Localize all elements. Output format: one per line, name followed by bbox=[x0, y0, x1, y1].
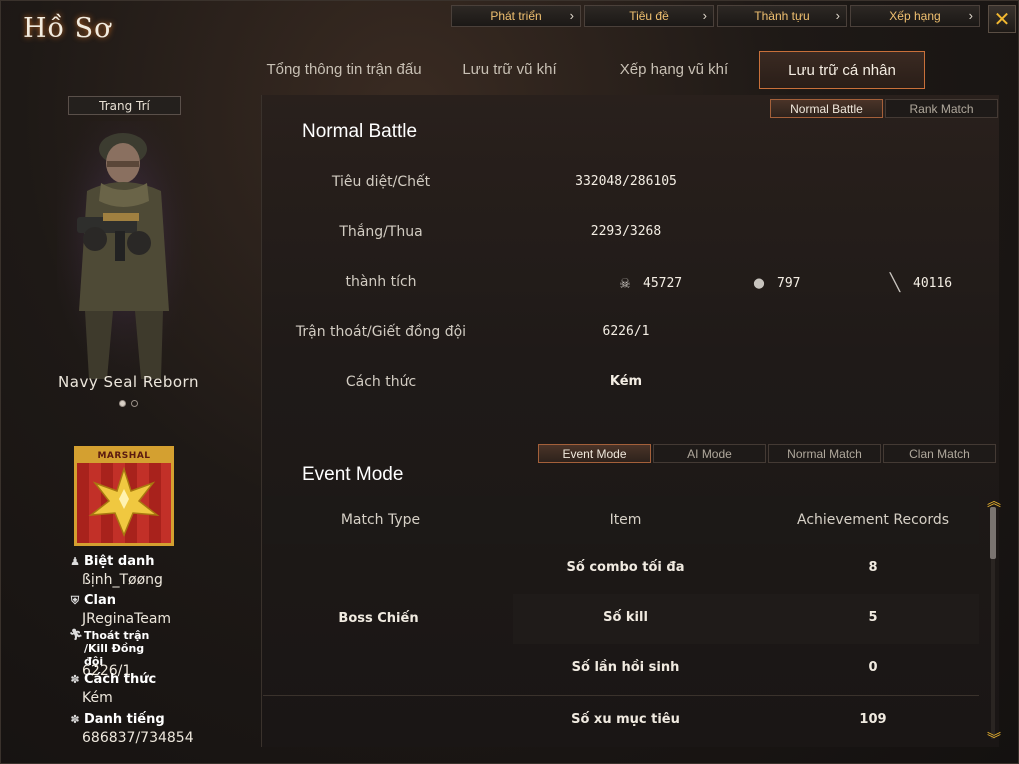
info-manner: ✽ Cách thức Kém bbox=[69, 672, 156, 706]
top-nav-ranking[interactable]: Xếp hạng › bbox=[850, 5, 980, 27]
info-value: Kém bbox=[82, 690, 113, 706]
achievement-knife: ╲ 40116 bbox=[885, 273, 952, 293]
item-cell: Số lần hồi sinh bbox=[571, 660, 680, 675]
info-value: ßịnh_Tøøng bbox=[82, 572, 163, 588]
match-type-cell: Boss Chiến bbox=[338, 611, 419, 626]
section-title-event-mode: Event Mode bbox=[302, 464, 404, 485]
table-header: Match Type Item Achievement Records bbox=[263, 496, 979, 544]
tab-ai-mode[interactable]: AI Mode bbox=[653, 444, 766, 463]
window-title: Hồ Sơ bbox=[23, 13, 112, 44]
achievement-value: 40116 bbox=[913, 275, 953, 291]
stat-row-winloss: Thắng/Thua 2293/3268 bbox=[261, 214, 998, 254]
tab-rank-match[interactable]: Rank Match bbox=[885, 99, 998, 118]
grenade-icon: ● bbox=[753, 273, 765, 293]
record-cell: 109 bbox=[859, 712, 887, 727]
info-clan: ⛨ Clan JReginaTeam bbox=[69, 593, 171, 627]
top-nav-label: Tiêu đề bbox=[629, 9, 669, 23]
stat-label: Trận thoát/Giết đồng đội bbox=[295, 324, 467, 340]
tab-weapon-ranking[interactable]: Xếp hạng vũ khí bbox=[599, 51, 749, 89]
stat-value: 332048/286105 bbox=[575, 174, 677, 189]
table-scrollbar[interactable]: ︽ ︾ bbox=[987, 495, 1001, 747]
tab-weapon-records[interactable]: Lưu trữ vũ khí bbox=[447, 51, 572, 89]
stat-row-kd: Tiêu diệt/Chết 332048/286105 bbox=[261, 164, 998, 204]
stat-label: thành tích bbox=[345, 274, 417, 290]
stat-row-manner: Cách thức Kém bbox=[261, 364, 998, 404]
scroll-down-icon[interactable]: ︾ bbox=[987, 733, 1001, 747]
table-row: Số lần hồi sinh 0 bbox=[513, 644, 979, 694]
top-nav-label: Thành tựu bbox=[754, 9, 810, 23]
item-cell: Số kill bbox=[603, 610, 648, 625]
chevron-right-icon: › bbox=[968, 8, 973, 23]
section-title-normal-battle: Normal Battle bbox=[302, 121, 418, 142]
item-cell: Số combo tối đa bbox=[566, 560, 685, 575]
info-reputation: ✽ Danh tiếng 686837/734854 bbox=[69, 712, 194, 746]
tab-clan-match[interactable]: Clan Match bbox=[883, 444, 996, 463]
achievement-headshot: ☠ 45727 bbox=[615, 273, 682, 293]
carousel-dot-active[interactable] bbox=[119, 400, 126, 407]
runner-icon: 🏃︎ bbox=[69, 628, 83, 641]
top-nav-label: Xếp hạng bbox=[889, 9, 941, 23]
record-cell: 0 bbox=[868, 660, 878, 675]
item-cell: Số xu mục tiêu bbox=[571, 712, 680, 727]
tab-personal-records[interactable]: Lưu trữ cá nhân bbox=[759, 51, 925, 89]
scroll-up-icon[interactable]: ︽ bbox=[987, 495, 1001, 509]
gear-flower-icon: ✽ bbox=[70, 672, 80, 686]
knife-icon: ╲ bbox=[889, 273, 901, 293]
carousel-dots bbox=[119, 400, 138, 407]
stat-value: 6226/1 bbox=[602, 324, 650, 339]
skull-crossbones-icon: ☠ bbox=[619, 273, 631, 293]
info-label: Danh tiếng bbox=[84, 712, 165, 727]
stat-value: 2293/3268 bbox=[590, 224, 662, 239]
close-button[interactable]: ✕ bbox=[988, 5, 1016, 33]
character-portrait bbox=[57, 121, 191, 381]
info-label: Biệt danh bbox=[84, 554, 155, 569]
info-value: 686837/734854 bbox=[82, 730, 194, 746]
gear-flower-icon: ✽ bbox=[70, 712, 80, 726]
tab-match-overview[interactable]: Tổng thông tin trận đấu bbox=[249, 51, 439, 89]
top-nav-achievements[interactable]: Thành tựu › bbox=[717, 5, 847, 27]
column-header-item: Item bbox=[609, 512, 642, 528]
chevron-right-icon: › bbox=[569, 8, 574, 23]
scroll-thumb[interactable] bbox=[990, 507, 996, 559]
info-label: Cách thức bbox=[84, 672, 157, 687]
achievement-value: 797 bbox=[777, 275, 801, 291]
stat-row-escape: Trận thoát/Giết đồng đội 6226/1 bbox=[261, 314, 998, 354]
achievement-grenade: ● 797 bbox=[749, 273, 801, 293]
top-nav-label: Phát triển bbox=[490, 9, 542, 23]
chevron-right-icon: › bbox=[702, 8, 707, 23]
stat-row-achievements: thành tích ☠ 45727 ● 797 ╲ 40116 bbox=[261, 264, 998, 304]
rank-badge: MARSHAL bbox=[74, 446, 174, 546]
stat-label: Cách thức bbox=[345, 374, 417, 390]
info-label: Clan bbox=[84, 593, 117, 608]
rank-title: MARSHAL bbox=[77, 449, 171, 463]
record-cell: 8 bbox=[868, 560, 878, 575]
info-nickname: ♟ Biệt danh ßịnh_Tøøng bbox=[69, 554, 163, 588]
tab-normal-match[interactable]: Normal Match bbox=[768, 444, 881, 463]
clan-shield-icon: ⛨ bbox=[70, 593, 80, 607]
table-row: Số kill 5 bbox=[513, 594, 979, 644]
record-cell: 5 bbox=[868, 610, 878, 625]
carousel-dot[interactable] bbox=[131, 400, 138, 407]
chevron-right-icon: › bbox=[835, 8, 840, 23]
stat-label: Tiêu diệt/Chết bbox=[331, 174, 431, 190]
tab-event-mode[interactable]: Event Mode bbox=[538, 444, 651, 463]
decorate-button[interactable]: Trang Trí bbox=[68, 96, 181, 115]
achievement-value: 45727 bbox=[643, 275, 683, 291]
profile-window: Hồ Sơ Phát triển › Tiêu đề › Thành tựu ›… bbox=[0, 0, 1019, 764]
star-emblem-icon bbox=[88, 466, 160, 537]
top-nav-develop[interactable]: Phát triển › bbox=[451, 5, 581, 27]
tab-normal-battle[interactable]: Normal Battle bbox=[770, 99, 883, 118]
column-header-match-type: Match Type bbox=[340, 512, 421, 528]
top-nav: Phát triển › Tiêu đề › Thành tựu › Xếp h… bbox=[451, 5, 980, 27]
info-value: JReginaTeam bbox=[82, 611, 172, 627]
stat-label: Thắng/Thua bbox=[339, 224, 423, 240]
character-name: Navy Seal Reborn bbox=[58, 373, 199, 391]
table-row: Số combo tối đa 8 bbox=[513, 544, 979, 594]
top-nav-title[interactable]: Tiêu đề › bbox=[584, 5, 714, 27]
column-header-records: Achievement Records bbox=[796, 512, 950, 528]
stat-value: Kém bbox=[609, 374, 643, 389]
table-row: Số xu mục tiêu 109 bbox=[513, 696, 979, 746]
person-icon: ♟ bbox=[70, 554, 80, 568]
main-tabs: Tổng thông tin trận đấu Lưu trữ vũ khí X… bbox=[249, 51, 949, 89]
